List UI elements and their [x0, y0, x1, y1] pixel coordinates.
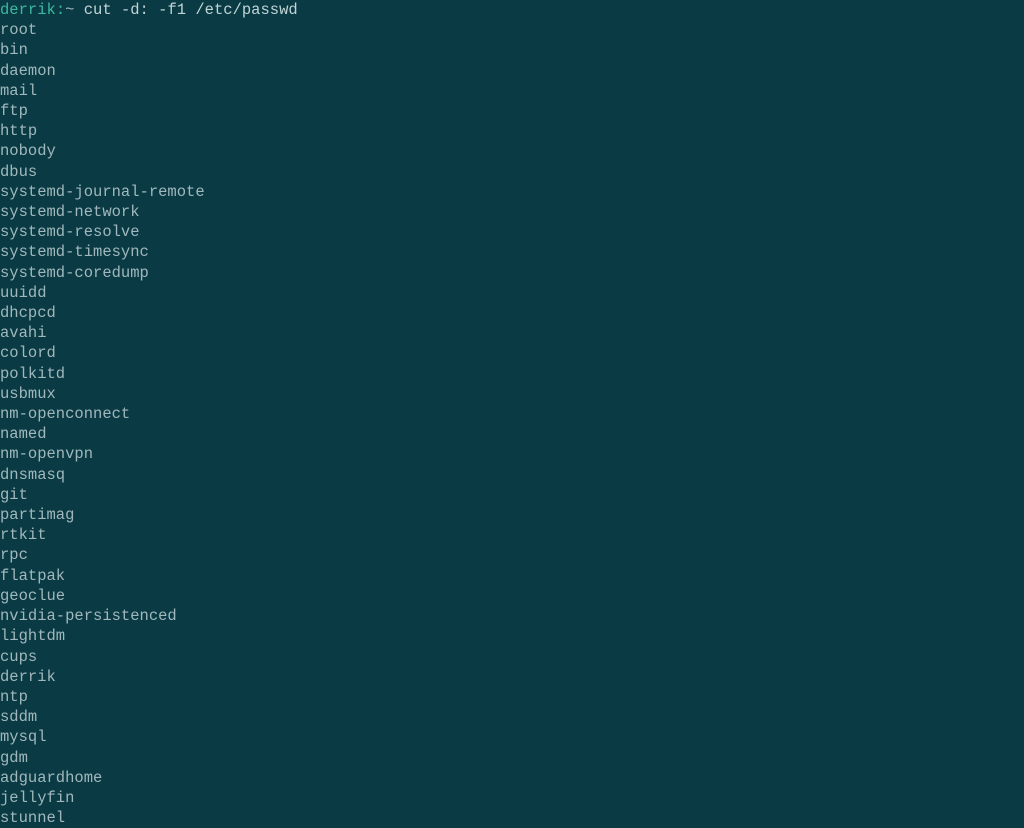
output-line: http [0, 121, 1024, 141]
output-line: daemon [0, 61, 1024, 81]
output-line: dbus [0, 162, 1024, 182]
output-line: cups [0, 647, 1024, 667]
output-line: lightdm [0, 626, 1024, 646]
output-line: root [0, 20, 1024, 40]
output-line: systemd-network [0, 202, 1024, 222]
output-line: dnsmasq [0, 465, 1024, 485]
output-line: polkitd [0, 364, 1024, 384]
output-line: rtkit [0, 525, 1024, 545]
output-line: colord [0, 343, 1024, 363]
prompt-host-separator: : [56, 1, 65, 19]
output-line: git [0, 485, 1024, 505]
output-line: bin [0, 40, 1024, 60]
output-line: dhcpcd [0, 303, 1024, 323]
output-line: derrik [0, 667, 1024, 687]
output-line: gdm [0, 748, 1024, 768]
output-container: rootbindaemonmailftphttpnobodydbussystem… [0, 20, 1024, 828]
output-line: nvidia-persistenced [0, 606, 1024, 626]
output-line: nm-openconnect [0, 404, 1024, 424]
output-line: jellyfin [0, 788, 1024, 808]
output-line: usbmux [0, 384, 1024, 404]
prompt-line: derrik:~ cut -d: -f1 /etc/passwd [0, 0, 1024, 20]
output-line: adguardhome [0, 768, 1024, 788]
output-line: systemd-coredump [0, 263, 1024, 283]
prompt-command: cut -d: -f1 /etc/passwd [74, 1, 297, 19]
output-line: geoclue [0, 586, 1024, 606]
output-line: nm-openvpn [0, 444, 1024, 464]
output-line: named [0, 424, 1024, 444]
output-line: ntp [0, 687, 1024, 707]
terminal-window[interactable]: derrik:~ cut -d: -f1 /etc/passwd rootbin… [0, 0, 1024, 828]
output-line: mail [0, 81, 1024, 101]
output-line: systemd-timesync [0, 242, 1024, 262]
output-line: ftp [0, 101, 1024, 121]
output-line: stunnel [0, 808, 1024, 828]
prompt-user: derrik [0, 1, 56, 19]
output-line: uuidd [0, 283, 1024, 303]
output-line: partimag [0, 505, 1024, 525]
output-line: rpc [0, 545, 1024, 565]
output-line: mysql [0, 727, 1024, 747]
output-line: nobody [0, 141, 1024, 161]
output-line: sddm [0, 707, 1024, 727]
output-line: flatpak [0, 566, 1024, 586]
output-line: systemd-journal-remote [0, 182, 1024, 202]
output-line: avahi [0, 323, 1024, 343]
output-line: systemd-resolve [0, 222, 1024, 242]
